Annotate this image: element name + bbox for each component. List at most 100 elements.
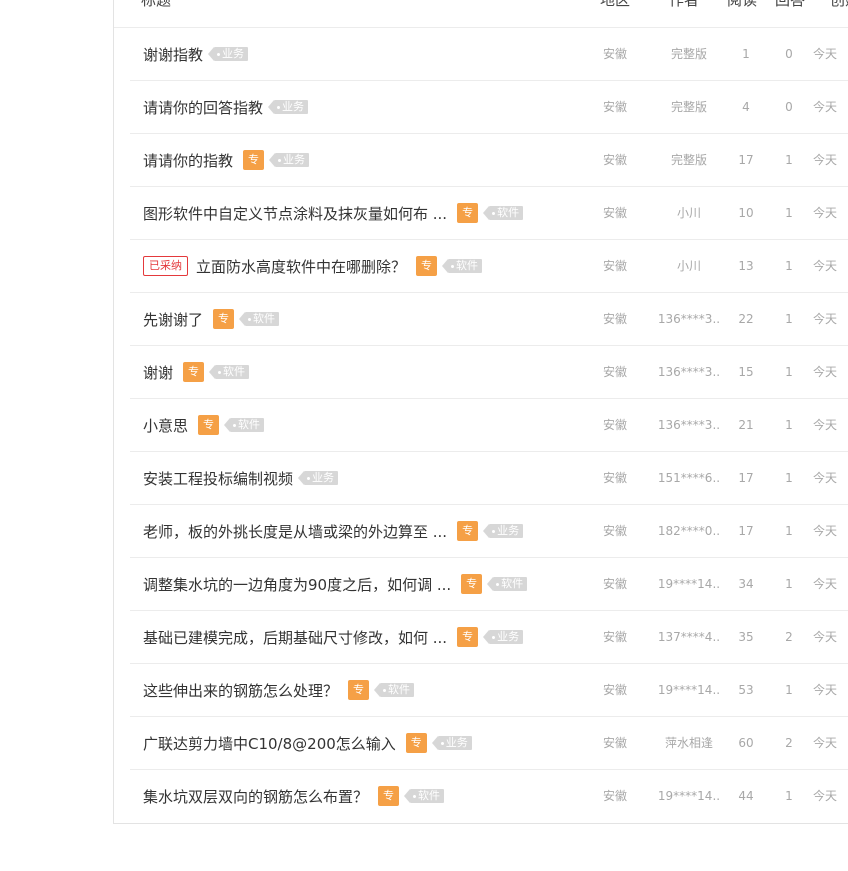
row-title-group: 谢谢指教 业务 xyxy=(143,28,249,80)
category-tag-label: 业务 xyxy=(445,736,468,749)
expert-badge: 专 xyxy=(457,203,479,223)
table-row[interactable]: 广联达剪力墙中C10/8@200怎么输入专 业务 安徽 萍水相逢 60 2 今天 xyxy=(130,717,848,770)
header-reads: 阅读 xyxy=(727,0,758,9)
tag-hole-icon xyxy=(492,635,496,639)
category-tag-label: 软件 xyxy=(223,365,246,378)
row-author-link[interactable]: 19****14.. xyxy=(650,558,728,610)
question-title-link[interactable]: 安装工程投标编制视频 xyxy=(143,468,293,489)
row-created-date: 今天 xyxy=(813,789,838,803)
category-tag[interactable]: 业务 xyxy=(269,153,310,167)
question-title-link[interactable]: 请请你的指教 xyxy=(143,150,233,171)
question-title-link[interactable]: 小意思 xyxy=(143,415,188,436)
row-author-link[interactable]: 136****3.. xyxy=(650,346,728,398)
row-created-date: 今天 xyxy=(813,630,838,644)
table-row[interactable]: 集水坑双层双向的钢筋怎么布置？ 专 软件 安徽 19****14.. 44 1 今天 xyxy=(130,770,848,822)
category-tag[interactable]: 软件 xyxy=(239,312,280,326)
row-author-link[interactable]: 19****14.. xyxy=(650,664,728,716)
adopted-badge: 已采纳 xyxy=(143,256,188,276)
category-tag[interactable]: 软件 xyxy=(483,206,524,220)
question-title-link[interactable]: 基础已建模完成，后期基础尺寸修改，如何 ... xyxy=(143,627,447,648)
category-tag-label: 业务 xyxy=(282,100,305,113)
table-row[interactable]: 谢谢指教 业务 安徽 完整版 1 0 今天 xyxy=(130,28,848,81)
table-row[interactable]: 安装工程投标编制视频 业务 安徽 151****6.. 17 1 今天 xyxy=(130,452,848,505)
header-author: 作者 xyxy=(669,0,700,9)
category-tag[interactable]: 软件 xyxy=(209,365,250,379)
row-region: 安徽 xyxy=(602,471,627,485)
question-title-link[interactable]: 调整集水坑的一边角度为90度之后，如何调 ... xyxy=(143,574,451,595)
row-answer-count: 1 xyxy=(785,312,793,326)
row-author-link[interactable]: 萍水相逢 xyxy=(650,717,728,769)
row-author-link[interactable]: 151****6.. xyxy=(650,452,728,504)
category-tag[interactable]: 业务 xyxy=(483,630,524,644)
category-tag[interactable]: 软件 xyxy=(374,683,415,697)
row-created-date: 今天 xyxy=(813,736,838,750)
expert-badge: 专 xyxy=(461,574,483,594)
question-title-link[interactable]: 集水坑双层双向的钢筋怎么布置？ xyxy=(143,786,368,807)
table-row[interactable]: 请请你的指教专 业务 安徽 完整版 17 1 今天 xyxy=(130,134,848,187)
question-title-link[interactable]: 请请你的回答指教 xyxy=(143,97,263,118)
question-list-panel: 标题 地区 作者 阅读 回答 创建 谢谢指教业务安徽完整版10今天请请你的回答指… xyxy=(113,0,848,824)
question-title-link[interactable]: 谢谢 xyxy=(143,362,173,383)
category-tag[interactable]: 业务 xyxy=(268,100,309,114)
category-tag[interactable]: 软件 xyxy=(224,418,265,432)
category-tag-label: 软件 xyxy=(418,789,441,802)
category-tag-label: 业务 xyxy=(312,471,335,484)
row-title-group: 广联达剪力墙中C10/8@200怎么输入专 业务 xyxy=(143,717,472,769)
row-region: 安徽 xyxy=(602,418,627,432)
row-read-count: 1 xyxy=(742,47,750,61)
question-title-link[interactable]: 老师，板的外挑长度是从墙或梁的外边算至 ... xyxy=(143,521,447,542)
category-tag[interactable]: 业务 xyxy=(431,736,472,750)
question-title-link[interactable]: 广联达剪力墙中C10/8@200怎么输入 xyxy=(143,733,396,754)
row-created-date: 今天 xyxy=(813,365,838,379)
question-title-link[interactable]: 立面防水高度软件中在哪删除？ xyxy=(196,256,406,277)
table-row[interactable]: 请请你的回答指教 业务 安徽 完整版 4 0 今天 xyxy=(130,81,848,134)
table-row[interactable]: 先谢谢了专 软件 安徽 136****3.. 22 1 今天 xyxy=(130,293,848,346)
category-tag[interactable]: 业务 xyxy=(483,524,524,538)
table-row[interactable]: 小意思专 软件 安徽 136****3.. 21 1 今天 xyxy=(130,399,848,452)
tag-hole-icon xyxy=(496,582,500,586)
row-author-link[interactable]: 完整版 xyxy=(650,81,728,133)
row-title-group: 调整集水坑的一边角度为90度之后，如何调 ... 专 软件 xyxy=(143,558,528,610)
row-title-group: 安装工程投标编制视频 业务 xyxy=(143,452,339,504)
tag-hole-icon xyxy=(233,423,237,427)
table-row[interactable]: 老师，板的外挑长度是从墙或梁的外边算至 ... 专 业务 安徽 182****0.. 17… xyxy=(130,505,848,558)
expert-badge: 专 xyxy=(405,733,427,753)
category-tag[interactable]: 软件 xyxy=(404,789,445,803)
row-author-link[interactable]: 完整版 xyxy=(650,134,728,186)
table-row[interactable]: 调整集水坑的一边角度为90度之后，如何调 ... 专 软件 安徽 19****14.. 3… xyxy=(130,558,848,611)
table-row[interactable]: 基础已建模完成，后期基础尺寸修改，如何 ... 专 业务 安徽 137****4.. 35… xyxy=(130,611,848,664)
row-author-link[interactable]: 136****3.. xyxy=(650,293,728,345)
tag-hole-icon xyxy=(277,105,281,109)
row-read-count: 17 xyxy=(738,524,754,538)
row-region: 安徽 xyxy=(602,259,627,273)
question-title-link[interactable]: 先谢谢了 xyxy=(143,309,203,330)
row-author-link[interactable]: 19****14.. xyxy=(650,770,728,822)
row-author-link[interactable]: 完整版 xyxy=(650,28,728,80)
question-title-link[interactable]: 谢谢指教 xyxy=(143,44,203,65)
tag-hole-icon xyxy=(383,688,387,692)
category-tag[interactable]: 软件 xyxy=(442,259,483,273)
row-created-date: 今天 xyxy=(813,259,838,273)
row-region: 安徽 xyxy=(602,736,627,750)
row-title-group: 集水坑双层双向的钢筋怎么布置？ 专 软件 xyxy=(143,770,445,822)
question-title-link[interactable]: 图形软件中自定义节点涂料及抹灰量如何布 ... xyxy=(143,203,447,224)
category-tag[interactable]: 业务 xyxy=(298,471,339,485)
row-author-link[interactable]: 182****0.. xyxy=(650,505,728,557)
row-read-count: 17 xyxy=(738,153,754,167)
table-row[interactable]: 已采纳 立面防水高度软件中在哪删除？ 专 软件 安徽 小川 13 1 今天 xyxy=(130,240,848,293)
row-answer-count: 1 xyxy=(785,471,793,485)
row-author-link[interactable]: 137****4.. xyxy=(650,611,728,663)
table-row[interactable]: 这些伸出来的钢筋怎么处理？ 专 软件 安徽 19****14.. 53 1 今天 xyxy=(130,664,848,717)
row-answer-count: 2 xyxy=(785,630,793,644)
category-tag[interactable]: 业务 xyxy=(208,47,249,61)
expert-badge: 专 xyxy=(378,786,400,806)
table-row[interactable]: 谢谢专 软件 安徽 136****3.. 15 1 今天 xyxy=(130,346,848,399)
row-created-date: 今天 xyxy=(813,418,838,432)
row-author-link[interactable]: 小川 xyxy=(650,187,728,239)
table-row[interactable]: 图形软件中自定义节点涂料及抹灰量如何布 ... 专 软件 安徽 小川 10 1 今天 xyxy=(130,187,848,240)
row-created-date: 今天 xyxy=(813,471,838,485)
question-title-link[interactable]: 这些伸出来的钢筋怎么处理？ xyxy=(143,680,338,701)
category-tag[interactable]: 软件 xyxy=(487,577,528,591)
row-author-link[interactable]: 小川 xyxy=(650,240,728,292)
row-author-link[interactable]: 136****3.. xyxy=(650,399,728,451)
